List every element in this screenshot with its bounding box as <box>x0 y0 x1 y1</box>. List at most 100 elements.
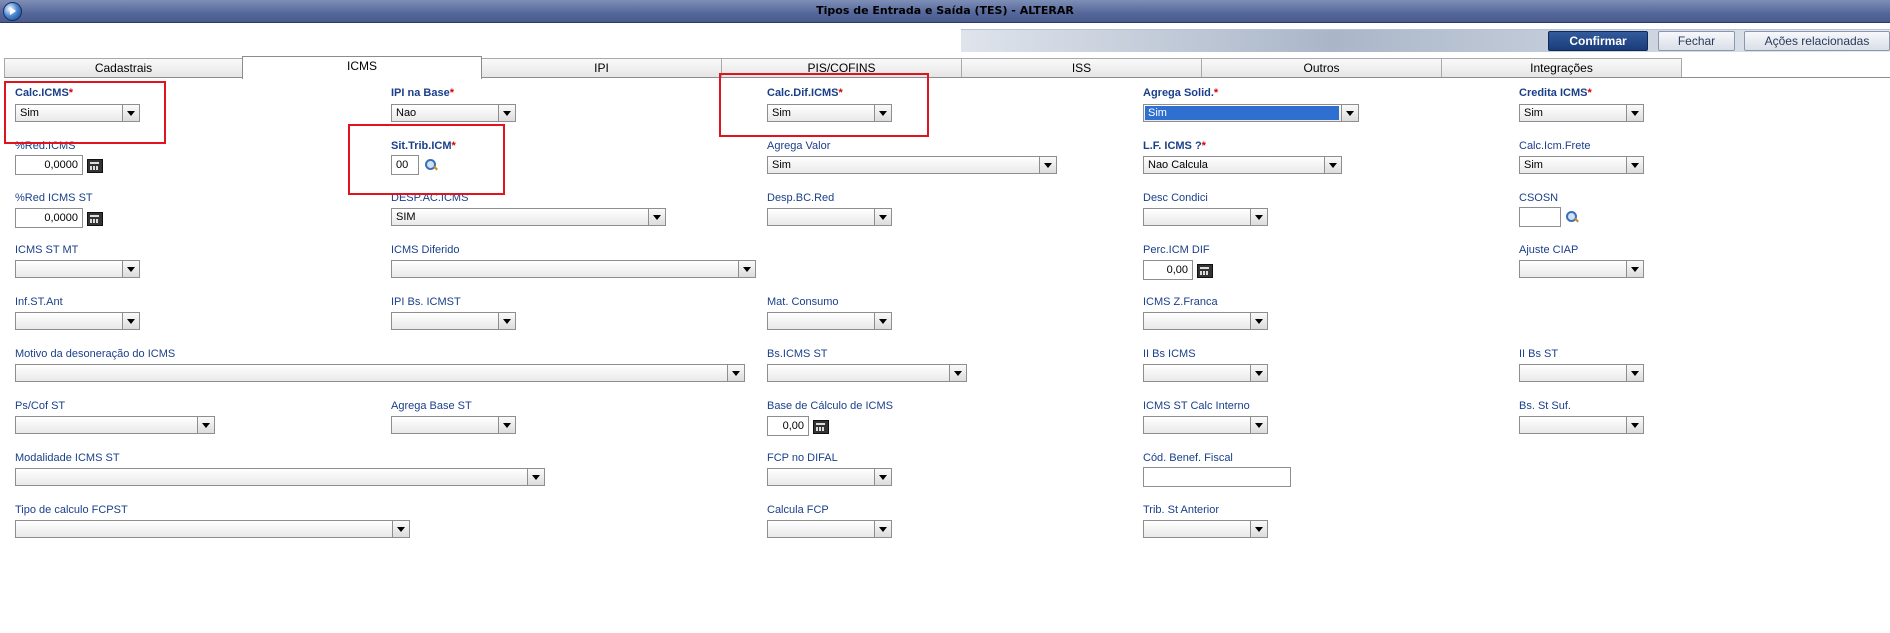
red-icms-input[interactable]: 0,0000 <box>15 155 83 175</box>
csosn-input[interactable] <box>1519 207 1561 227</box>
base-calculo-icms-label: Base de Cálculo de ICMS <box>767 400 893 412</box>
chevron-down-icon[interactable] <box>874 521 891 537</box>
perc-icm-dif-input[interactable]: 0,00 <box>1143 260 1193 280</box>
chevron-down-icon[interactable] <box>1250 313 1267 329</box>
mat-consumo-select[interactable] <box>767 312 892 330</box>
ajuste-ciap-label: Ajuste CIAP <box>1519 244 1579 256</box>
chevron-down-icon[interactable] <box>1250 209 1267 225</box>
ii-bs-icms-select[interactable] <box>1143 364 1268 382</box>
calculator-icon[interactable] <box>1197 264 1213 278</box>
magnifier-icon[interactable] <box>1565 210 1579 224</box>
ps-cof-st-label: Ps/Cof ST <box>15 400 66 412</box>
desp-ac-icms-select[interactable]: SIM <box>391 208 666 226</box>
confirm-button[interactable]: Confirmar <box>1548 31 1648 51</box>
related-actions-button[interactable]: Ações relacionadas <box>1744 31 1890 51</box>
chevron-down-icon[interactable] <box>1626 365 1643 381</box>
mat-consumo-label: Mat. Consumo <box>767 296 839 308</box>
bs-icms-st-select[interactable] <box>767 364 967 382</box>
base-calculo-icms-input[interactable]: 0,00 <box>767 416 809 436</box>
red-icms-st-label: %Red ICMS ST <box>15 192 93 204</box>
ipi-na-base-select[interactable]: Nao <box>391 104 516 122</box>
trib-st-anterior-label: Trib. St Anterior <box>1143 504 1220 516</box>
calculator-icon[interactable] <box>87 212 103 226</box>
icms-diferido-select[interactable] <box>391 260 756 278</box>
inf-st-ant-label: Inf.ST.Ant <box>15 296 63 308</box>
tipo-calculo-fcpst-label: Tipo de calculo FCPST <box>15 504 128 516</box>
chevron-down-icon[interactable] <box>122 313 139 329</box>
calc-icm-frete-select[interactable]: Sim <box>1519 156 1644 174</box>
agrega-solid-select[interactable]: Sim <box>1143 104 1359 122</box>
tab-ipi[interactable]: IPI <box>481 58 722 78</box>
chevron-down-icon[interactable] <box>498 313 515 329</box>
chevron-down-icon[interactable] <box>122 261 139 277</box>
desp-bc-red-select[interactable] <box>767 208 892 226</box>
chevron-down-icon[interactable] <box>498 417 515 433</box>
modalidade-icms-st-select[interactable] <box>15 468 545 486</box>
cod-benef-fiscal-input[interactable] <box>1143 467 1291 487</box>
bs-st-suf-select[interactable] <box>1519 416 1644 434</box>
tab-icms[interactable]: ICMS <box>242 56 482 79</box>
lf-icms-label: L.F. ICMS ?* <box>1143 140 1206 152</box>
chevron-down-icon[interactable] <box>1626 157 1643 173</box>
chevron-down-icon[interactable] <box>527 469 544 485</box>
desc-condici-select[interactable] <box>1143 208 1268 226</box>
chevron-down-icon[interactable] <box>727 365 744 381</box>
chevron-down-icon[interactable] <box>1626 105 1643 121</box>
icms-st-mt-label: ICMS ST MT <box>15 244 79 256</box>
chevron-down-icon[interactable] <box>498 105 515 121</box>
chevron-down-icon[interactable] <box>392 521 409 537</box>
chevron-down-icon[interactable] <box>1341 105 1358 121</box>
chevron-down-icon[interactable] <box>1250 365 1267 381</box>
chevron-down-icon[interactable] <box>949 365 966 381</box>
tab-cadastrais[interactable]: Cadastrais <box>4 58 243 78</box>
agrega-base-st-select[interactable] <box>391 416 516 434</box>
ii-bs-st-select[interactable] <box>1519 364 1644 382</box>
calculator-icon[interactable] <box>813 420 829 434</box>
tipo-calculo-fcpst-select[interactable] <box>15 520 410 538</box>
credita-icms-select[interactable]: Sim <box>1519 104 1644 122</box>
chevron-down-icon[interactable] <box>738 261 755 277</box>
calculator-icon[interactable] <box>87 159 103 173</box>
fcp-no-difal-select[interactable] <box>767 468 892 486</box>
motivo-desoneracao-select[interactable] <box>15 364 745 382</box>
tab-iss[interactable]: ISS <box>961 58 1202 78</box>
chevron-down-icon[interactable] <box>1250 521 1267 537</box>
ii-bs-st-label: II Bs ST <box>1519 348 1559 360</box>
ajuste-ciap-select[interactable] <box>1519 260 1644 278</box>
agrega-solid-label: Agrega Solid.* <box>1143 87 1219 99</box>
tab-outros[interactable]: Outros <box>1201 58 1442 78</box>
bs-icms-st-label: Bs.ICMS ST <box>767 348 828 360</box>
desc-condici-label: Desc Condici <box>1143 192 1208 204</box>
window-title: Tipos de Entrada e Saída (TES) - ALTERAR <box>816 4 1074 17</box>
ipi-bs-icmst-label: IPI Bs. ICMST <box>391 296 461 308</box>
icms-st-mt-select[interactable] <box>15 260 140 278</box>
csosn-label: CSOSN <box>1519 192 1559 204</box>
chevron-down-icon[interactable] <box>648 209 665 225</box>
icms-z-franca-select[interactable] <box>1143 312 1268 330</box>
ps-cof-st-select[interactable] <box>15 416 215 434</box>
calcula-fcp-select[interactable] <box>767 520 892 538</box>
highlight-calc-dif-icms <box>719 73 929 137</box>
fcp-no-difal-label: FCP no DIFAL <box>767 452 838 464</box>
inf-st-ant-select[interactable] <box>15 312 140 330</box>
chevron-down-icon[interactable] <box>1039 157 1056 173</box>
agrega-valor-select[interactable]: Sim <box>767 156 1057 174</box>
calcula-fcp-label: Calcula FCP <box>767 504 829 516</box>
chevron-down-icon[interactable] <box>1626 417 1643 433</box>
chevron-down-icon[interactable] <box>1250 417 1267 433</box>
tab-integracoes[interactable]: Integrações <box>1441 58 1682 78</box>
lf-icms-select[interactable]: Nao Calcula <box>1143 156 1342 174</box>
ipi-na-base-label: IPI na Base* <box>391 87 454 99</box>
chevron-down-icon[interactable] <box>1324 157 1341 173</box>
chevron-down-icon[interactable] <box>1626 261 1643 277</box>
red-icms-st-input[interactable]: 0,0000 <box>15 208 83 228</box>
icms-st-calc-interno-select[interactable] <box>1143 416 1268 434</box>
chevron-down-icon[interactable] <box>874 313 891 329</box>
chevron-down-icon[interactable] <box>874 469 891 485</box>
chevron-down-icon[interactable] <box>874 209 891 225</box>
close-button[interactable]: Fechar <box>1658 31 1735 51</box>
highlight-sit-trib-icm <box>348 124 505 195</box>
ipi-bs-icmst-select[interactable] <box>391 312 516 330</box>
chevron-down-icon[interactable] <box>197 417 214 433</box>
trib-st-anterior-select[interactable] <box>1143 520 1268 538</box>
